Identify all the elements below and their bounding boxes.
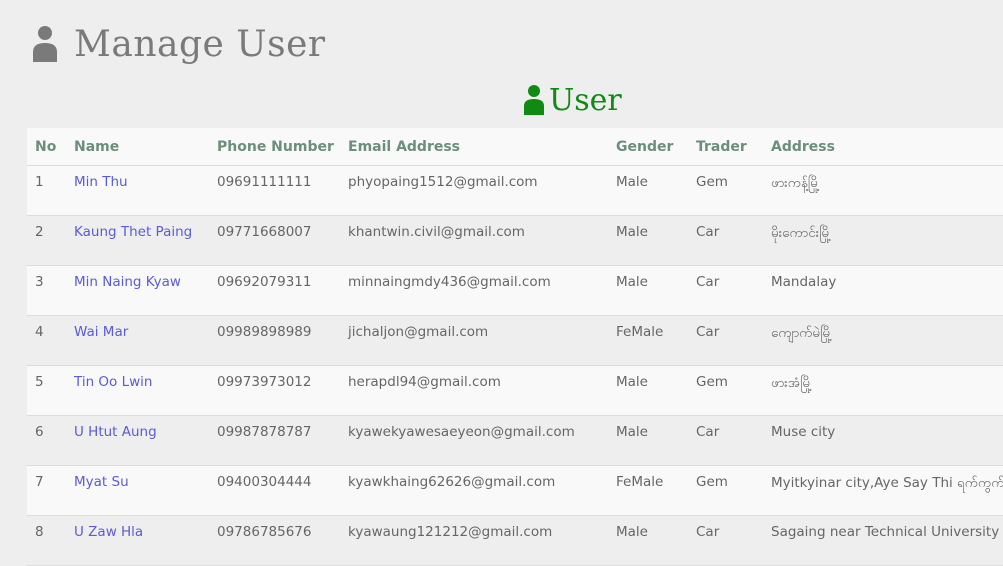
cell-address: ကျောက်မဲမြို့ — [763, 315, 1003, 366]
cell-gender: FeMale — [608, 315, 688, 366]
user-icon — [524, 85, 544, 115]
cell-phone: 09400304444 — [209, 465, 340, 516]
table-row: 5 Tin Oo Lwin 09973973012 herapdl94@gmai… — [27, 365, 1003, 416]
cell-email: herapdl94@gmail.com — [340, 365, 608, 416]
cell-phone: 09973973012 — [209, 365, 340, 416]
cell-trader: Gem — [688, 465, 763, 516]
cell-email: kyawekyawesaeyeon@gmail.com — [340, 415, 608, 466]
cell-no: 5 — [27, 365, 66, 416]
cell-trader: Car — [688, 415, 763, 466]
cell-gender: Male — [608, 365, 688, 416]
cell-email: minnaingmdy436@gmail.com — [340, 265, 608, 316]
column-header-email: Email Address — [340, 128, 608, 166]
cell-gender: Male — [608, 265, 688, 316]
table-row: 6 U Htut Aung 09987878787 kyawekyawesaey… — [27, 415, 1003, 466]
cell-address: မိုးကောင်းမြို့ — [763, 215, 1003, 266]
cell-no: 4 — [27, 315, 66, 366]
cell-name: Kaung Thet Paing — [66, 215, 209, 266]
table-row: 4 Wai Mar 09989898989 jichaljon@gmail.co… — [27, 315, 1003, 366]
cell-name: Myat Su — [66, 465, 209, 516]
cell-trader: Car — [688, 315, 763, 366]
page-header: Manage User — [32, 20, 326, 68]
cell-name: U Htut Aung — [66, 415, 209, 466]
cell-address: Myitkyinar city,Aye Say Thi ရက်ကွက် — [763, 465, 1003, 516]
cell-phone: 09771668007 — [209, 215, 340, 266]
section-title: User — [549, 82, 622, 118]
cell-trader: Car — [688, 515, 763, 566]
cell-no: 3 — [27, 265, 66, 316]
table-row: 1 Min Thu 09691111111 phyopaing1512@gmai… — [27, 165, 1003, 216]
user-icon — [33, 26, 57, 62]
cell-gender: Male — [608, 165, 688, 216]
cell-email: kyawkhaing62626@gmail.com — [340, 465, 608, 516]
cell-no: 6 — [27, 415, 66, 466]
table-row: 7 Myat Su 09400304444 kyawkhaing62626@gm… — [27, 465, 1003, 516]
cell-no: 8 — [27, 515, 66, 566]
page-title: Manage User — [74, 23, 326, 65]
user-name-link[interactable]: U Htut Aung — [74, 424, 157, 440]
cell-address: Muse city — [763, 415, 1003, 466]
cell-name: Min Naing Kyaw — [66, 265, 209, 316]
table-row: 2 Kaung Thet Paing 09771668007 khantwin.… — [27, 215, 1003, 266]
cell-trader: Car — [688, 215, 763, 266]
cell-address: ဖားကန့်မြို့ — [763, 165, 1003, 216]
cell-name: Min Thu — [66, 165, 209, 216]
cell-trader: Car — [688, 265, 763, 316]
column-header-gender: Gender — [608, 128, 688, 166]
cell-no: 7 — [27, 465, 66, 516]
user-name-link[interactable]: Kaung Thet Paing — [74, 224, 192, 240]
cell-address: Sagaing near Technical University — [763, 515, 1003, 566]
cell-trader: Gem — [688, 365, 763, 416]
cell-gender: Male — [608, 415, 688, 466]
user-name-link[interactable]: Min Thu — [74, 174, 128, 190]
cell-phone: 09692079311 — [209, 265, 340, 316]
cell-phone: 09691111111 — [209, 165, 340, 216]
cell-address: ဖားအံမြို့ — [763, 365, 1003, 416]
cell-email: jichaljon@gmail.com — [340, 315, 608, 366]
table-row: 3 Min Naing Kyaw 09692079311 minnaingmdy… — [27, 265, 1003, 316]
cell-gender: FeMale — [608, 465, 688, 516]
cell-address: Mandalay — [763, 265, 1003, 316]
cell-phone: 09987878787 — [209, 415, 340, 466]
column-header-name: Name — [66, 128, 209, 166]
user-name-link[interactable]: Myat Su — [74, 474, 129, 490]
cell-trader: Gem — [688, 165, 763, 216]
cell-name: U Zaw Hla — [66, 515, 209, 566]
user-name-link[interactable]: U Zaw Hla — [74, 524, 143, 540]
column-header-address: Address — [763, 128, 1003, 166]
column-header-no: No — [27, 128, 66, 166]
user-name-link[interactable]: Tin Oo Lwin — [74, 374, 152, 390]
column-header-phone: Phone Number — [209, 128, 340, 166]
user-table: No Name Phone Number Email Address Gende… — [27, 128, 1003, 566]
user-table-container: No Name Phone Number Email Address Gende… — [27, 128, 1003, 566]
section-header: User — [523, 80, 622, 120]
table-header-row: No Name Phone Number Email Address Gende… — [27, 128, 1003, 166]
cell-no: 1 — [27, 165, 66, 216]
column-header-trader: Trader — [688, 128, 763, 166]
cell-email: khantwin.civil@gmail.com — [340, 215, 608, 266]
cell-phone: 09786785676 — [209, 515, 340, 566]
cell-name: Tin Oo Lwin — [66, 365, 209, 416]
user-name-link[interactable]: Wai Mar — [74, 324, 128, 340]
cell-email: kyawaung121212@gmail.com — [340, 515, 608, 566]
user-name-link[interactable]: Min Naing Kyaw — [74, 274, 181, 290]
cell-no: 2 — [27, 215, 66, 266]
cell-name: Wai Mar — [66, 315, 209, 366]
cell-phone: 09989898989 — [209, 315, 340, 366]
cell-gender: Male — [608, 215, 688, 266]
table-row: 8 U Zaw Hla 09786785676 kyawaung121212@g… — [27, 515, 1003, 566]
cell-gender: Male — [608, 515, 688, 566]
cell-email: phyopaing1512@gmail.com — [340, 165, 608, 216]
